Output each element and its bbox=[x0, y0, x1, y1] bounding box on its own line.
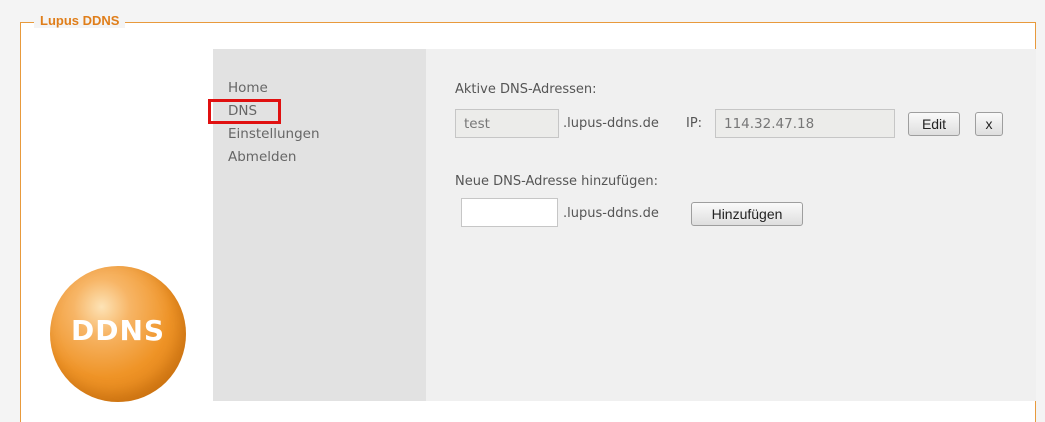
add-dns-heading: Neue DNS-Adresse hinzufügen: bbox=[455, 174, 658, 189]
new-name-input[interactable] bbox=[461, 198, 558, 227]
new-domain-suffix: .lupus-ddns.de bbox=[563, 206, 659, 221]
dns-highlight-box bbox=[208, 99, 281, 124]
logo-text: DDNS bbox=[70, 314, 166, 347]
add-button[interactable]: Hinzufügen bbox=[691, 202, 803, 226]
fieldset-legend: Lupus DDNS bbox=[34, 13, 126, 28]
nav-item-home[interactable]: Home bbox=[228, 80, 268, 96]
active-dns-heading: Aktive DNS-Adressen: bbox=[455, 82, 597, 97]
ip-label: IP: bbox=[686, 116, 703, 131]
delete-button[interactable]: x bbox=[975, 112, 1003, 136]
nav-item-abmelden[interactable]: Abmelden bbox=[228, 149, 296, 165]
active-name-field[interactable]: test bbox=[455, 109, 559, 138]
edit-button[interactable]: Edit bbox=[908, 112, 960, 136]
ip-field[interactable]: 114.32.47.18 bbox=[715, 109, 895, 138]
nav-item-einstellungen[interactable]: Einstellungen bbox=[228, 126, 320, 142]
ddns-logo: DDNS bbox=[50, 266, 186, 402]
active-domain-suffix: .lupus-ddns.de bbox=[563, 116, 659, 131]
